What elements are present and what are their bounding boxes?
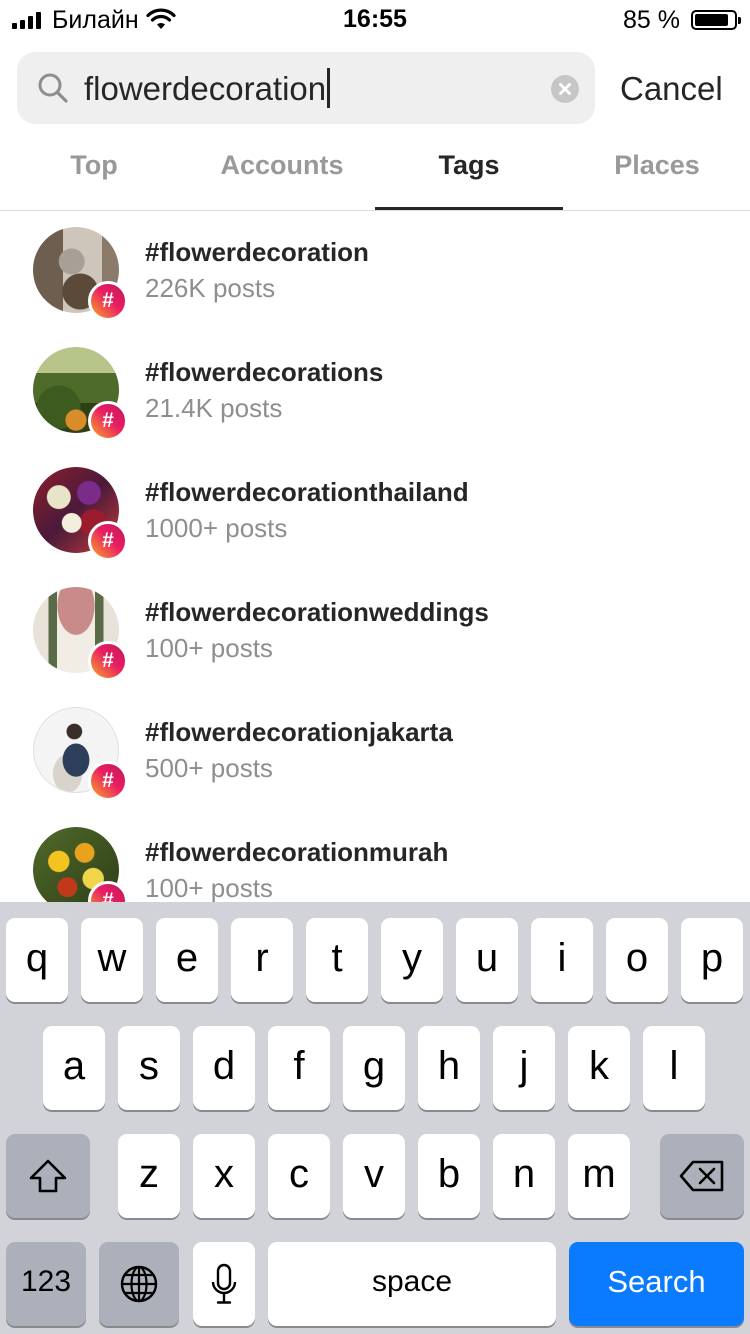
key-m[interactable]: m [568,1134,630,1218]
key-l[interactable]: l [643,1026,705,1110]
backspace-key[interactable] [660,1134,744,1218]
key-b[interactable]: b [418,1134,480,1218]
globe-key[interactable] [99,1242,179,1326]
cancel-button[interactable]: Cancel [620,70,723,108]
key-i[interactable]: i [531,918,593,1002]
tag-result-row[interactable]: # #flowerdecorationjakarta 500+ posts [0,690,750,810]
tag-result-row[interactable]: # #flowerdecorationmurah 100+ posts [0,810,750,902]
numbers-key[interactable]: 123 [6,1242,86,1326]
key-u[interactable]: u [456,918,518,1002]
key-g[interactable]: g [343,1026,405,1110]
keyboard: q w e r t y u i o p a s d f g h j k l z … [0,902,750,1334]
tag-results-list: # #flowerdecoration 226K posts # #flower… [0,210,750,902]
tag-post-count: 226K posts [145,273,276,303]
shift-key[interactable] [6,1134,90,1218]
tag-result-row[interactable]: # #flowerdecorationthailand 1000+ posts [0,450,750,570]
search-input[interactable]: flowerdecoration [84,68,331,108]
microphone-key[interactable] [193,1242,255,1326]
key-k[interactable]: k [568,1026,630,1110]
key-v[interactable]: v [343,1134,405,1218]
key-a[interactable]: a [43,1026,105,1110]
tab-accounts[interactable]: Accounts [188,150,376,181]
hashtag-badge-icon: # [88,761,128,801]
hashtag-badge-icon: # [88,641,128,681]
tag-post-count: 1000+ posts [145,513,288,543]
tag-name: #flowerdecorationjakarta [145,717,453,747]
tab-places[interactable]: Places [563,150,750,181]
space-key[interactable]: space [268,1242,556,1326]
search-bar[interactable]: flowerdecoration [17,52,595,124]
tag-name: #flowerdecorationthailand [145,477,469,507]
hashtag-badge-icon: # [88,281,128,321]
key-t[interactable]: t [306,918,368,1002]
key-c[interactable]: c [268,1134,330,1218]
battery-percent: 85 % [623,6,680,34]
key-w[interactable]: w [81,918,143,1002]
key-y[interactable]: y [381,918,443,1002]
tag-post-count: 100+ posts [145,633,273,663]
text-cursor [327,68,331,108]
key-o[interactable]: o [606,918,668,1002]
key-z[interactable]: z [118,1134,180,1218]
tag-name: #flowerdecorationmurah [145,837,449,867]
search-key[interactable]: Search [569,1242,744,1326]
key-x[interactable]: x [193,1134,255,1218]
tag-name: #flowerdecorationweddings [145,597,489,627]
clear-icon [559,83,571,95]
battery-icon [691,10,741,30]
key-r[interactable]: r [231,918,293,1002]
key-q[interactable]: q [6,918,68,1002]
shift-icon [29,1160,67,1193]
tag-name: #flowerdecoration [145,237,369,267]
key-h[interactable]: h [418,1026,480,1110]
key-n[interactable]: n [493,1134,555,1218]
tag-post-count: 500+ posts [145,753,273,783]
tag-post-count: 21.4K posts [145,393,283,423]
clear-search-button[interactable] [551,75,579,103]
key-e[interactable]: e [156,918,218,1002]
backspace-icon [679,1161,724,1192]
search-query: flowerdecoration [84,70,327,107]
globe-icon [120,1266,158,1303]
hashtag-badge-icon: # [88,521,128,561]
key-p[interactable]: p [681,918,743,1002]
key-f[interactable]: f [268,1026,330,1110]
tag-result-row[interactable]: # #flowerdecoration 226K posts [0,210,750,330]
tag-name: #flowerdecorations [145,357,384,387]
microphone-icon [211,1264,237,1305]
search-tabs: Top Accounts Tags Places [0,130,750,211]
key-j[interactable]: j [493,1026,555,1110]
key-s[interactable]: s [118,1026,180,1110]
tag-post-count: 100+ posts [145,873,273,902]
search-icon [38,73,68,103]
hashtag-badge-icon: # [88,401,128,441]
tag-result-row[interactable]: # #flowerdecorations 21.4K posts [0,330,750,450]
tab-tags[interactable]: Tags [375,150,563,181]
tag-result-row[interactable]: # #flowerdecorationweddings 100+ posts [0,570,750,690]
status-bar: Билайн 16:55 85 % [0,0,750,40]
tab-top[interactable]: Top [0,150,188,181]
key-d[interactable]: d [193,1026,255,1110]
